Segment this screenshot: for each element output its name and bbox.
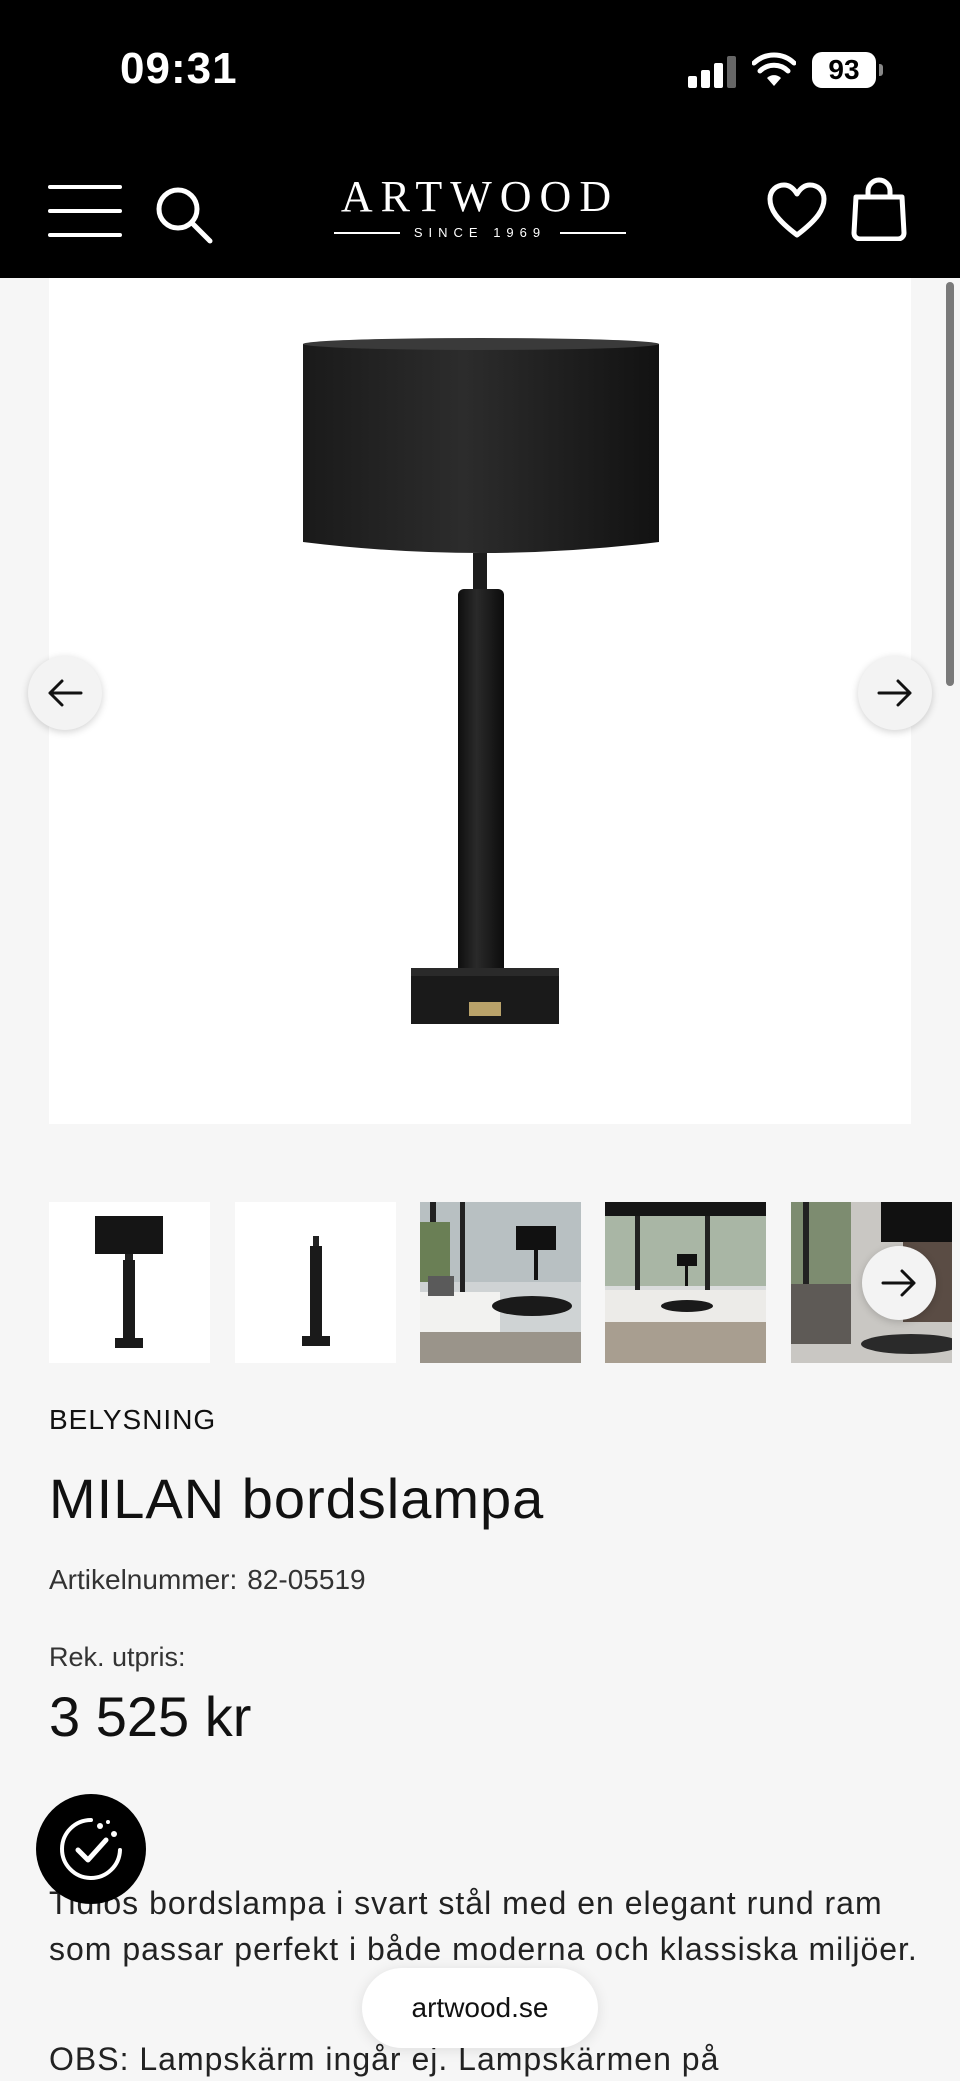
- cookie-consent-button[interactable]: [36, 1794, 146, 1904]
- browser-url-pill[interactable]: artwood.se: [362, 1968, 598, 2048]
- sku-value: 82-05519: [247, 1564, 366, 1595]
- cookie-check-icon: [60, 1818, 122, 1880]
- thumbnail-living-room-2[interactable]: [605, 1202, 766, 1363]
- wishlist-heart-icon[interactable]: [766, 181, 828, 241]
- arrow-right-icon: [877, 679, 912, 707]
- arrow-left-icon: [48, 679, 83, 707]
- product-description: Tidlös bordslampa i svart stål med en el…: [49, 1885, 918, 1967]
- product-title: MILAN bordslampa: [49, 1467, 545, 1530]
- status-time: 09:31: [120, 44, 238, 93]
- product-category[interactable]: BELYSNING: [49, 1404, 216, 1436]
- logo-tagline-row: SINCE 1969: [330, 225, 630, 240]
- thumbnail-living-room-1[interactable]: [420, 1202, 581, 1363]
- next-image-button[interactable]: [858, 656, 932, 730]
- logo-tagline: SINCE 1969: [413, 225, 547, 240]
- product-price: 3 525 kr: [49, 1685, 252, 1748]
- status-bar: 09:31 93: [0, 0, 960, 145]
- artwood-logo[interactable]: ARTWOOD SINCE 1969: [330, 175, 630, 240]
- sku-row: Artikelnummer: 82-05519: [49, 1564, 366, 1596]
- site-header: ARTWOOD SINCE 1969: [0, 145, 960, 278]
- hamburger-menu-icon[interactable]: [48, 185, 122, 237]
- battery-indicator: 93: [812, 52, 883, 88]
- arrow-right-icon: [881, 1269, 916, 1297]
- search-icon[interactable]: [154, 185, 214, 245]
- thumbnail-lamp-with-shade[interactable]: [49, 1202, 210, 1363]
- table-lamp-image: [303, 338, 659, 1024]
- wifi-icon: [752, 52, 796, 86]
- sku-label: Artikelnummer:: [49, 1564, 238, 1595]
- shopping-bag-icon[interactable]: [850, 177, 908, 241]
- thumbnails-next-button[interactable]: [862, 1246, 936, 1320]
- thumbnail-lamp-base[interactable]: [235, 1202, 396, 1363]
- cellular-signal-icon: [688, 56, 738, 88]
- logo-text: ARTWOOD: [340, 172, 620, 221]
- thumbnail-strip: [49, 1202, 960, 1364]
- page-scrollbar[interactable]: [946, 282, 954, 686]
- product-main-image[interactable]: [49, 278, 911, 1124]
- previous-image-button[interactable]: [28, 656, 102, 730]
- price-label: Rek. utpris:: [49, 1642, 186, 1672]
